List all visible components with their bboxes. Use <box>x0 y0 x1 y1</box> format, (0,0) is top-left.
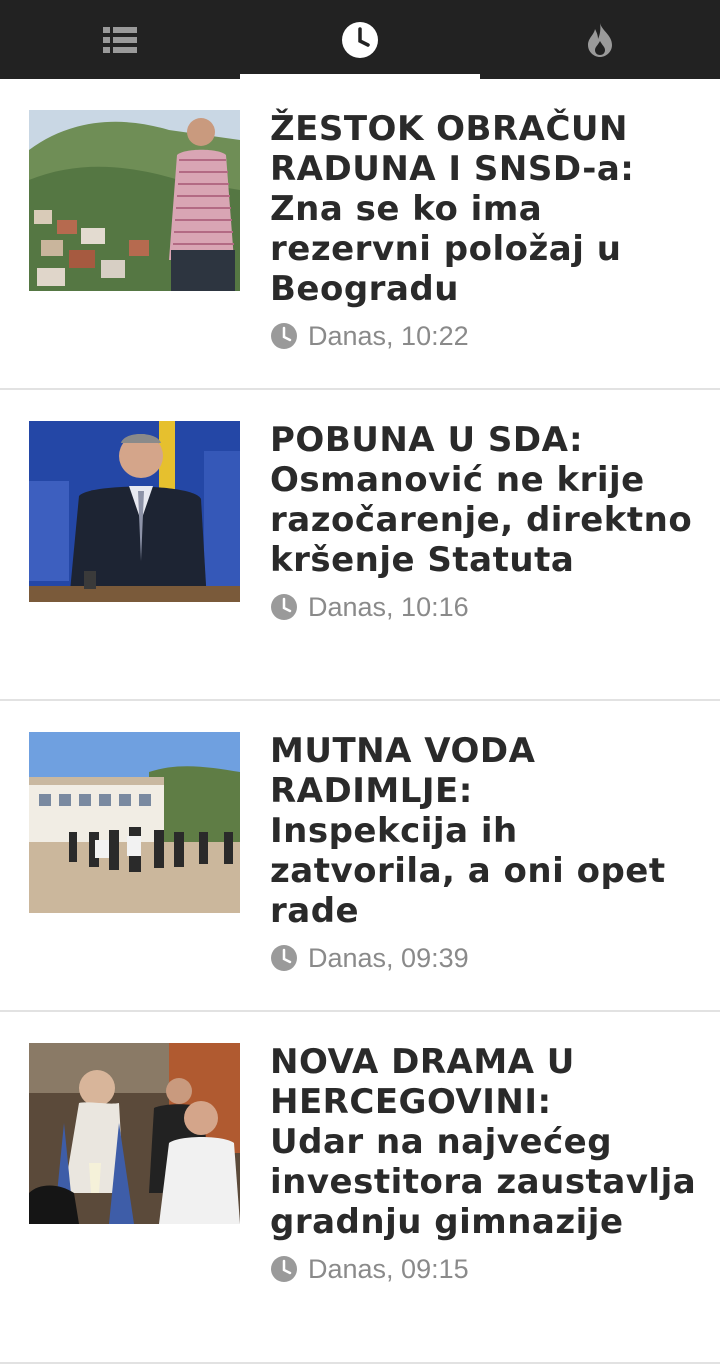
headline-caps: POBUNA U SDA: <box>270 420 584 460</box>
article-headline[interactable]: POBUNA U SDA: Osmanović ne krije razočar… <box>270 420 700 580</box>
headline-rest: Osmanović ne krije razočarenje, direktno… <box>270 460 693 580</box>
tab-categories[interactable] <box>0 0 240 79</box>
article-thumbnail[interactable] <box>29 732 240 913</box>
headline-rest: Inspekcija ih zatvorila, a oni opet rade <box>270 811 666 931</box>
article-time: Danas, 09:15 <box>308 1253 469 1284</box>
article-headline[interactable]: ŽESTOK OBRAČUN RADUNA I SNSD-a: Zna se k… <box>270 109 700 309</box>
article-item[interactable]: ŽESTOK OBRAČUN RADUNA I SNSD-a: Zna se k… <box>0 79 720 390</box>
headline-rest: Udar na najvećeg investitora zaustavlja … <box>270 1122 697 1242</box>
article-time: Danas, 10:22 <box>308 320 469 351</box>
headline-rest: Zna se ko ima rezervni položaj u Beograd… <box>270 189 622 309</box>
article-thumbnail[interactable] <box>29 1043 240 1224</box>
clock-icon <box>342 21 378 58</box>
list-icon <box>103 26 137 53</box>
clock-icon <box>271 1256 297 1282</box>
tab-popular[interactable] <box>480 0 720 79</box>
article-meta: Danas, 10:22 <box>270 319 700 353</box>
tab-latest[interactable] <box>240 0 480 79</box>
article-headline[interactable]: MUTNA VODA RADIMLJE: Inspekcija ih zatvo… <box>270 731 700 931</box>
headline-caps: NOVA DRAMA U HERCEGOVINI: <box>270 1042 575 1122</box>
article-thumbnail[interactable] <box>29 421 240 602</box>
article-meta: Danas, 10:16 <box>270 590 700 624</box>
clock-icon <box>271 945 297 971</box>
article-meta: Danas, 09:39 <box>270 941 700 975</box>
clock-icon <box>271 323 297 349</box>
article-time: Danas, 09:39 <box>308 942 469 973</box>
article-headline[interactable]: NOVA DRAMA U HERCEGOVINI: Udar na najveć… <box>270 1042 700 1242</box>
article-time: Danas, 10:16 <box>308 591 469 622</box>
article-item[interactable]: POBUNA U SDA: Osmanović ne krije razočar… <box>0 390 720 701</box>
top-tab-bar <box>0 0 720 79</box>
article-thumbnail[interactable] <box>29 110 240 291</box>
article-meta: Danas, 09:15 <box>270 1252 700 1286</box>
headline-caps: ŽESTOK OBRAČUN RADUNA I SNSD-a: <box>270 109 635 189</box>
fire-icon <box>588 22 612 57</box>
article-item[interactable]: MUTNA VODA RADIMLJE: Inspekcija ih zatvo… <box>0 701 720 1012</box>
article-item[interactable]: NOVA DRAMA U HERCEGOVINI: Udar na najveć… <box>0 1012 720 1364</box>
clock-icon <box>271 594 297 620</box>
article-feed: ŽESTOK OBRAČUN RADUNA I SNSD-a: Zna se k… <box>0 79 720 1364</box>
headline-caps: MUTNA VODA RADIMLJE: <box>270 731 536 811</box>
